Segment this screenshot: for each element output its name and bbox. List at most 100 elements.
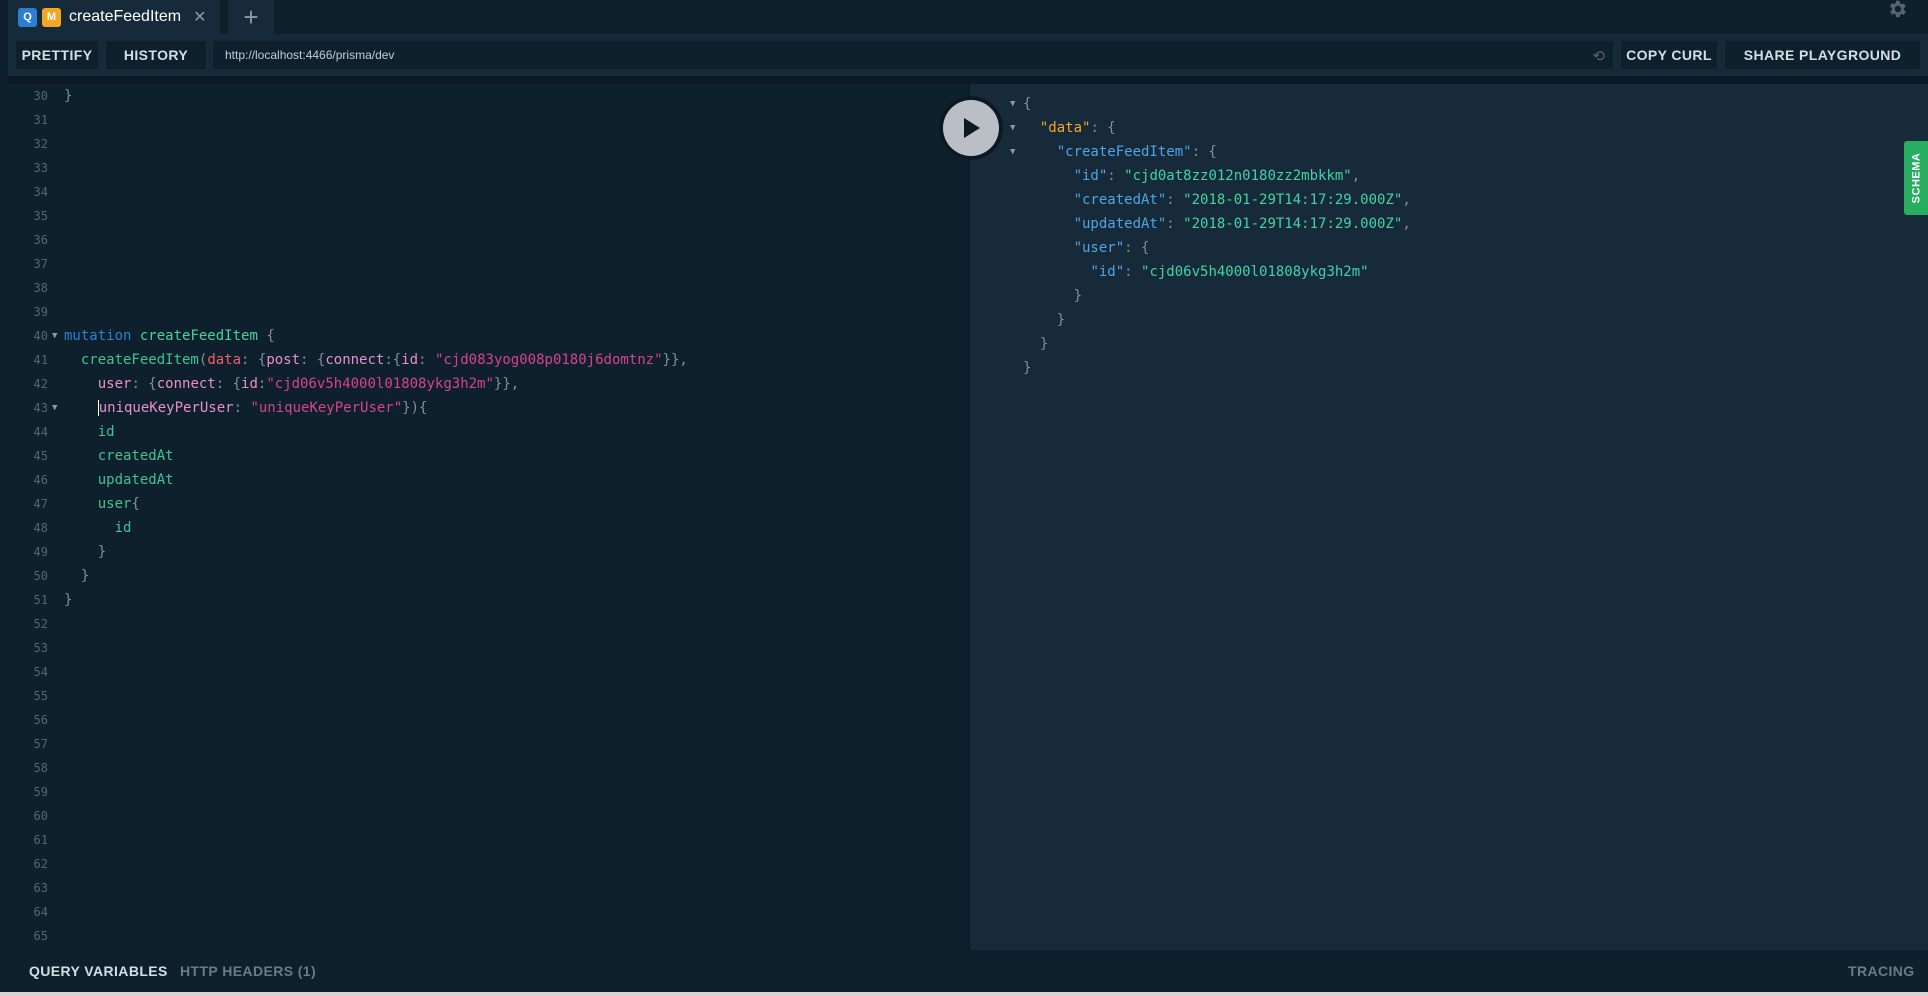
code-text: uniqueKeyPerUser: "uniqueKeyPerUser"}){	[64, 396, 427, 420]
add-tab-button[interactable]: +	[228, 0, 274, 34]
fold-arrow-icon[interactable]: ▼	[1010, 92, 1015, 116]
editor-line[interactable]: 44 id	[8, 420, 969, 444]
query-editor[interactable]: 30} 31 32 33 34 35 36 37 38 39 40 ▼ mutation createF…	[8, 84, 969, 950]
editor-line[interactable]: 53	[8, 636, 969, 660]
code-token: :{	[384, 352, 402, 368]
json-text: }	[1023, 284, 1082, 308]
editor-line[interactable]: 62	[8, 852, 969, 876]
line-number: 38	[33, 281, 48, 295]
history-button[interactable]: HISTORY	[106, 41, 206, 69]
code-token: "cjd06v5h4000l01808ykg3h2m"	[266, 376, 494, 392]
line-number: 55	[33, 689, 48, 703]
editor-line[interactable]: 37	[8, 252, 969, 276]
json-text: "data": {	[1023, 116, 1116, 140]
editor-line[interactable]: 45 createdAt	[8, 444, 969, 468]
code-token: }	[64, 88, 73, 104]
editor-line[interactable]: 54	[8, 660, 969, 684]
json-token: :	[1107, 168, 1125, 184]
editor-line[interactable]: 51}	[8, 588, 969, 612]
tracing-tab[interactable]: TRACING	[1848, 950, 1915, 992]
bottom-bar: QUERY VARIABLES HTTP HEADERS (1) TRACING	[8, 950, 1928, 992]
result-line: }	[970, 356, 1870, 380]
left-edge	[0, 0, 8, 996]
code-token: id	[241, 376, 258, 392]
json-token: :	[1166, 216, 1184, 232]
editor-line[interactable]: 43 ▼ uniqueKeyPerUser: "uniqueKeyPerUser"…	[8, 396, 969, 420]
gear-icon[interactable]	[1882, 0, 1912, 24]
editor-line[interactable]: 31	[8, 108, 969, 132]
copy-curl-button[interactable]: COPY CURL	[1621, 41, 1717, 69]
editor-line[interactable]: 40 ▼ mutation createFeedItem {	[8, 324, 969, 348]
editor-line[interactable]: 33	[8, 156, 969, 180]
line-number: 65	[33, 929, 48, 943]
editor-line[interactable]: 34	[8, 180, 969, 204]
line-number: 57	[33, 737, 48, 751]
json-token: "updatedAt"	[1073, 216, 1167, 232]
fold-arrow-icon[interactable]: ▼	[1010, 140, 1015, 164]
fold-arrow-icon[interactable]: ▼	[1010, 116, 1015, 140]
editor-line[interactable]: 47 user{	[8, 492, 969, 516]
reload-icon[interactable]: ⟲	[1592, 47, 1605, 65]
code-text: createFeedItem(data: {post: {connect:{id…	[64, 348, 688, 372]
run-button[interactable]	[939, 96, 1003, 160]
editor-line[interactable]: 57	[8, 732, 969, 756]
json-token: :	[1166, 192, 1184, 208]
result-line: }	[970, 308, 1870, 332]
json-token: "2018-01-29T14:17:29.000Z"	[1183, 216, 1403, 232]
editor-line[interactable]: 42 user: {connect: {id:"cjd06v5h4000l018…	[8, 372, 969, 396]
editor-line[interactable]: 38	[8, 276, 969, 300]
code-token: {	[257, 328, 275, 344]
editor-line[interactable]: 61	[8, 828, 969, 852]
editor-line[interactable]: 36	[8, 228, 969, 252]
result-line: }	[970, 284, 1870, 308]
editor-line[interactable]: 41 createFeedItem(data: {post: {connect:…	[8, 348, 969, 372]
editor-line[interactable]: 46 updatedAt	[8, 468, 969, 492]
schema-tab[interactable]: SCHEMA	[1904, 141, 1928, 215]
editor-line[interactable]: 65	[8, 924, 969, 948]
editor-line[interactable]: 39	[8, 300, 969, 324]
editor-line[interactable]: 59	[8, 780, 969, 804]
editor-line[interactable]: 49 }	[8, 540, 969, 564]
editor-line[interactable]: 56	[8, 708, 969, 732]
line-number: 54	[33, 665, 48, 679]
editor-line[interactable]: 48 id	[8, 516, 969, 540]
http-headers-tab[interactable]: HTTP HEADERS (1)	[180, 950, 316, 992]
toolbar: PRETTIFY HISTORY http://localhost:4466/p…	[8, 34, 1928, 76]
share-playground-button[interactable]: SHARE PLAYGROUND	[1725, 41, 1920, 69]
json-text: "user": {	[1023, 236, 1150, 260]
fold-arrow-icon[interactable]: ▼	[52, 396, 57, 420]
code-token: uniqueKeyPerUser	[98, 400, 234, 416]
code-token: : {	[241, 352, 267, 368]
editor-line[interactable]: 52	[8, 612, 969, 636]
close-icon[interactable]: ✕	[193, 7, 206, 27]
editor-line[interactable]: 50 }	[8, 564, 969, 588]
prettify-button[interactable]: PRETTIFY	[16, 41, 98, 69]
editor-line[interactable]: 30}	[8, 84, 969, 108]
code-token: data	[207, 352, 242, 368]
editor-line[interactable]: 64	[8, 900, 969, 924]
code-token: }},	[493, 376, 520, 392]
play-icon	[943, 100, 999, 156]
query-variables-tab[interactable]: QUERY VARIABLES	[29, 950, 168, 992]
editor-line[interactable]: 63	[8, 876, 969, 900]
editor-line[interactable]: 32	[8, 132, 969, 156]
line-number: 36	[33, 233, 48, 247]
editor-line[interactable]: 60	[8, 804, 969, 828]
json-text: }	[1023, 332, 1048, 356]
editor-line[interactable]: 58	[8, 756, 969, 780]
editor-line[interactable]: 35	[8, 204, 969, 228]
endpoint-url-input[interactable]: http://localhost:4466/prisma/dev ⟲	[213, 41, 1613, 69]
fold-arrow-icon[interactable]: ▼	[52, 324, 57, 348]
line-number: 40	[33, 329, 48, 343]
line-number: 42	[33, 377, 48, 391]
json-text: "id": "cjd0at8zz012n0180zz2mbkkm",	[1023, 164, 1361, 188]
editor-line[interactable]: 55	[8, 684, 969, 708]
json-token: "cjd06v5h4000l01808ykg3h2m"	[1141, 264, 1369, 280]
result-viewer: ▼{▼ "data": {▼ "createFeedItem": { "id":…	[970, 84, 1928, 950]
tab-createfeeditem[interactable]: Q M createFeedItem ✕	[8, 0, 220, 34]
